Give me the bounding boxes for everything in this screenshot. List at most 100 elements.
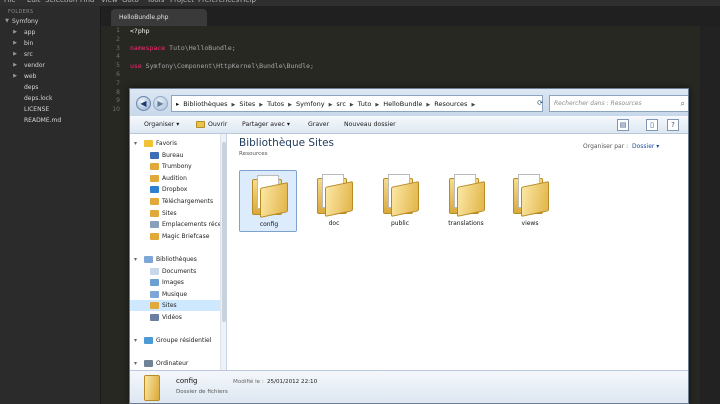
nav-item-bureau[interactable]: Bureau (130, 150, 225, 161)
menu-edit[interactable]: Edit (27, 0, 41, 4)
address-bar[interactable]: ▸ Bibliothèques ▶ Sites ▶ Tutos ▶ Symfony ▶ src ▶ T… (171, 95, 543, 112)
nav-item-groupe-r-sidentiel[interactable]: ▾ Groupe résidentiel (130, 335, 225, 346)
nav-label: Documents (162, 267, 197, 275)
nav-scrollbar[interactable] (220, 134, 226, 370)
tree-item-deps-lock[interactable]: deps.lock (0, 93, 100, 104)
nav-item-favoris[interactable]: ▾ Favoris (130, 138, 225, 149)
details-pane: config Dossier de fichiers Modifié le : … (130, 370, 688, 403)
nav-item-images[interactable]: Images (130, 277, 225, 288)
folder-icon (383, 174, 419, 217)
chevron-down-icon[interactable]: ▾ (134, 358, 137, 369)
nav-item-sites[interactable]: Sites (130, 208, 225, 219)
chevron-right-icon: ▶ (13, 29, 17, 35)
folder-config[interactable]: config (239, 170, 297, 232)
breadcrumb-hellobundle[interactable]: HelloBundle (383, 100, 422, 108)
nav-item-audition[interactable]: Audition (130, 173, 225, 184)
tree-item-license[interactable]: LICENSE (0, 104, 100, 115)
nav-item-t-l-chargements[interactable]: Téléchargements (130, 196, 225, 207)
nav-item-trumbony[interactable]: Trumbony (130, 161, 225, 172)
breadcrumb-resources[interactable]: Resources (434, 100, 467, 108)
breadcrumb-bibliothèques[interactable]: Bibliothèques (183, 100, 227, 108)
code-line-1[interactable]: <?php (130, 27, 150, 35)
chevron-right-icon[interactable]: ▶ (375, 102, 379, 108)
nav-label: Images (162, 279, 184, 287)
folder-public[interactable]: public (371, 170, 429, 232)
line-number: 1 (116, 27, 120, 34)
menu-project[interactable]: Project (170, 0, 194, 4)
breadcrumb-sites[interactable]: Sites (239, 100, 255, 108)
menu-tools[interactable]: Tools (147, 0, 164, 4)
breadcrumb-symfony[interactable]: Symfony (296, 100, 325, 108)
new-folder-button[interactable]: Nouveau dossier (344, 116, 396, 134)
refresh-icon[interactable]: ⟳ (534, 95, 546, 112)
search-input[interactable]: Rechercher dans : Resources ⌕ (549, 95, 688, 112)
line-number: 6 (116, 71, 120, 78)
nav-scroll-thumb[interactable] (222, 142, 226, 322)
search-icon[interactable]: ⌕ (681, 96, 685, 112)
group-icon (144, 337, 153, 345)
tree-label: bin (24, 40, 34, 47)
open-button[interactable]: Ouvrir (196, 116, 227, 134)
tree-item-src[interactable]: ▶ src (0, 49, 100, 60)
chevron-right-icon[interactable]: ▶ (426, 102, 430, 108)
tree-item-deps[interactable]: deps (0, 82, 100, 93)
chevron-down-icon[interactable]: ▾ (134, 335, 137, 346)
menu-preferences[interactable]: Preferences (198, 0, 239, 4)
back-button[interactable]: ◀ (136, 96, 151, 111)
breadcrumb-tuto[interactable]: Tuto (358, 100, 372, 108)
chevron-right-icon[interactable]: ▶ (329, 102, 333, 108)
burn-button[interactable]: Graver (308, 116, 329, 134)
nav-item-magic-briefcase[interactable]: Magic Briefcase (130, 231, 225, 242)
menu-help[interactable]: Help (240, 0, 256, 4)
tree-item-vendor[interactable]: ▶ vendor (0, 60, 100, 71)
chevron-right-icon[interactable]: ▶ (350, 102, 354, 108)
organize-button[interactable]: Organiser ▾ (144, 116, 179, 134)
details-type: Dossier de fichiers (176, 389, 228, 395)
folder-icon (150, 279, 159, 287)
nav-item-documents[interactable]: Documents (130, 266, 225, 277)
folder-icon (252, 175, 288, 218)
tree-item-readme-md[interactable]: README.md (0, 115, 100, 126)
chevron-right-icon[interactable]: ▶ (232, 102, 236, 108)
nav-item-sites[interactable]: Sites (130, 300, 225, 312)
arrange-by-dropdown[interactable]: Dossier ▾ (632, 143, 659, 150)
folder-icon (317, 174, 353, 217)
menu-selection[interactable]: Selection (45, 0, 77, 4)
nav-item-musique[interactable]: Musique (130, 289, 225, 300)
forward-button[interactable]: ▶ (153, 96, 168, 111)
help-icon[interactable]: ? (667, 119, 679, 131)
nav-item-vid-os[interactable]: Vidéos (130, 312, 225, 323)
arrange-by-value: Dossier (632, 143, 655, 150)
tree-item-app[interactable]: ▶ app (0, 27, 100, 38)
chevron-right-icon[interactable]: ▶ (471, 102, 475, 108)
menu-file[interactable]: File (4, 0, 16, 4)
chevron-right-icon[interactable]: ▶ (259, 102, 263, 108)
nav-item-biblioth-ques[interactable]: ▾ Bibliothèques (130, 254, 225, 265)
chevron-down-icon[interactable]: ▾ (134, 138, 137, 149)
chevron-down-icon[interactable]: ▾ (134, 254, 137, 265)
nav-item-emplacements-r-ce[interactable]: Emplacements réce (130, 219, 225, 230)
menu-view[interactable]: View (101, 0, 118, 4)
line-number: 5 (116, 62, 120, 70)
share-button[interactable]: Partager avec ▾ (242, 116, 290, 134)
folder-doc[interactable]: doc (305, 170, 363, 232)
breadcrumb-src[interactable]: src (336, 100, 346, 108)
tree-label: vendor (24, 62, 45, 69)
nav-item-ordinateur[interactable]: ▾ Ordinateur (130, 358, 225, 369)
folder-translations[interactable]: translations (437, 170, 495, 232)
breadcrumb-tutos[interactable]: Tutos (267, 100, 284, 108)
group-icon (144, 256, 153, 263)
view-options-icon[interactable]: ▤ (617, 119, 629, 131)
preview-pane-icon[interactable]: ▯ (646, 119, 658, 131)
tree-item-bin[interactable]: ▶ bin (0, 38, 100, 49)
code-line-3[interactable]: namespace Tuto\HelloBundle; (130, 44, 236, 52)
chevron-right-icon[interactable]: ▶ (288, 102, 292, 108)
code-line-5[interactable]: use Symfony\Component\HttpKernel\Bundle\… (130, 62, 314, 70)
nav-item-dropbox[interactable]: Dropbox (130, 184, 225, 195)
tree-item-web[interactable]: ▶ web (0, 71, 100, 82)
tab-hellobundle[interactable]: HelloBundle.php (111, 9, 207, 26)
tree-project-symfony[interactable]: ▼ Symfony (0, 16, 100, 27)
folder-views[interactable]: views (501, 170, 559, 232)
menu-find[interactable]: Find (80, 0, 94, 4)
menu-goto[interactable]: Goto (122, 0, 139, 4)
